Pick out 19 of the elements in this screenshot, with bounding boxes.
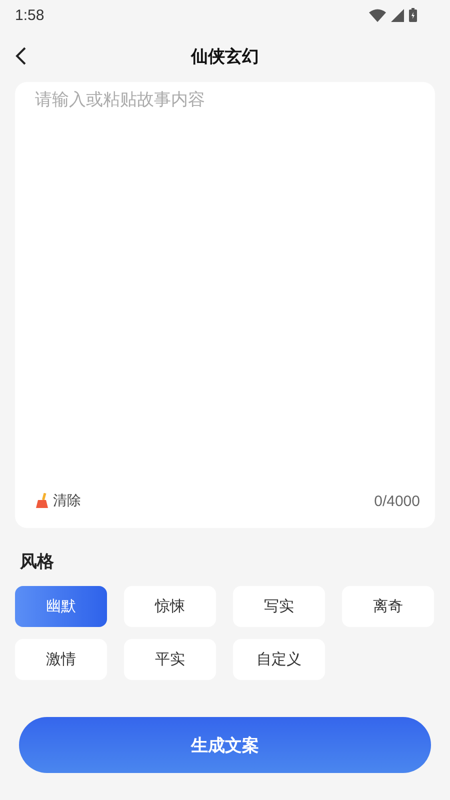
wifi-icon	[369, 8, 386, 22]
section-title: 风格	[20, 551, 55, 573]
status-time: 1:58	[15, 6, 44, 24]
style-option[interactable]: 惊悚	[124, 586, 216, 627]
character-counter: 0/4000	[374, 492, 420, 510]
style-option[interactable]: 写实	[233, 586, 325, 627]
style-option[interactable]: 平实	[124, 639, 216, 680]
generate-button[interactable]: 生成文案	[19, 717, 431, 773]
story-input-field[interactable]: 请输入或粘贴故事内容	[15, 82, 435, 492]
style-option[interactable]: 自定义	[233, 639, 325, 680]
style-option[interactable]: 幽默	[15, 586, 107, 627]
clear-button[interactable]: 清除	[35, 492, 81, 510]
back-icon[interactable]	[15, 46, 27, 66]
style-option[interactable]: 激情	[15, 639, 107, 680]
signal-icon	[391, 8, 404, 22]
style-option[interactable]: 离奇	[342, 586, 434, 627]
broom-icon	[35, 493, 49, 509]
battery-icon	[409, 8, 417, 22]
page-title: 仙侠玄幻	[191, 46, 259, 68]
